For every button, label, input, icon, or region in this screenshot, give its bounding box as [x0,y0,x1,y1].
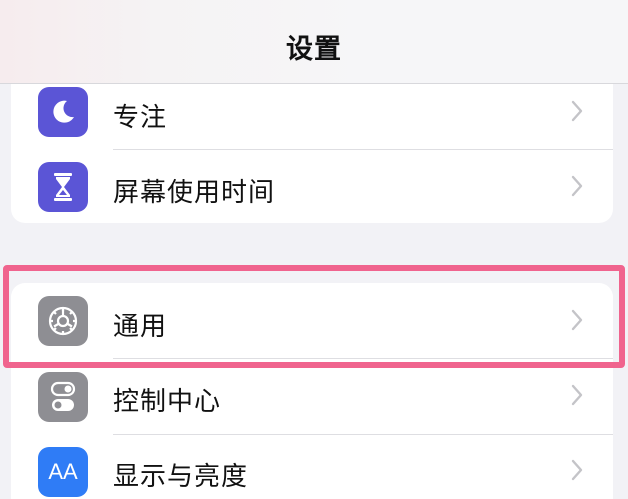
settings-row-general[interactable]: 通用 [11,283,613,358]
chevron-right-icon [571,309,583,331]
settings-row-label: 通用 [113,312,168,342]
chevron-right-icon [571,175,583,197]
chevron-right-icon [571,100,583,122]
settings-screen: 设置 专注 屏幕使用时间 通用 控制中心 AA 显示与亮度 [0,0,628,499]
settings-row-control-center[interactable]: 控制中心 [11,359,613,434]
navigation-bar: 设置 [0,0,628,84]
settings-row-display-brightness[interactable]: AA 显示与亮度 [11,435,613,499]
settings-row-label: 控制中心 [113,387,222,417]
gear-icon [38,296,88,346]
settings-row-label: 专注 [113,103,168,133]
aa-icon-text: AA [48,459,78,484]
moon-icon [38,87,88,137]
settings-row-screen-time[interactable]: 屏幕使用时间 [11,150,613,223]
aa-icon: AA [38,447,88,497]
settings-group-general: 通用 控制中心 AA 显示与亮度 [11,283,613,499]
toggles-icon [38,372,88,422]
page-title: 设置 [286,34,342,65]
hourglass-icon [38,162,88,212]
chevron-right-icon [571,384,583,406]
settings-row-label: 屏幕使用时间 [113,178,276,208]
settings-row-focus[interactable]: 专注 [11,75,613,150]
chevron-right-icon [571,459,583,481]
settings-row-label: 显示与亮度 [113,462,249,492]
